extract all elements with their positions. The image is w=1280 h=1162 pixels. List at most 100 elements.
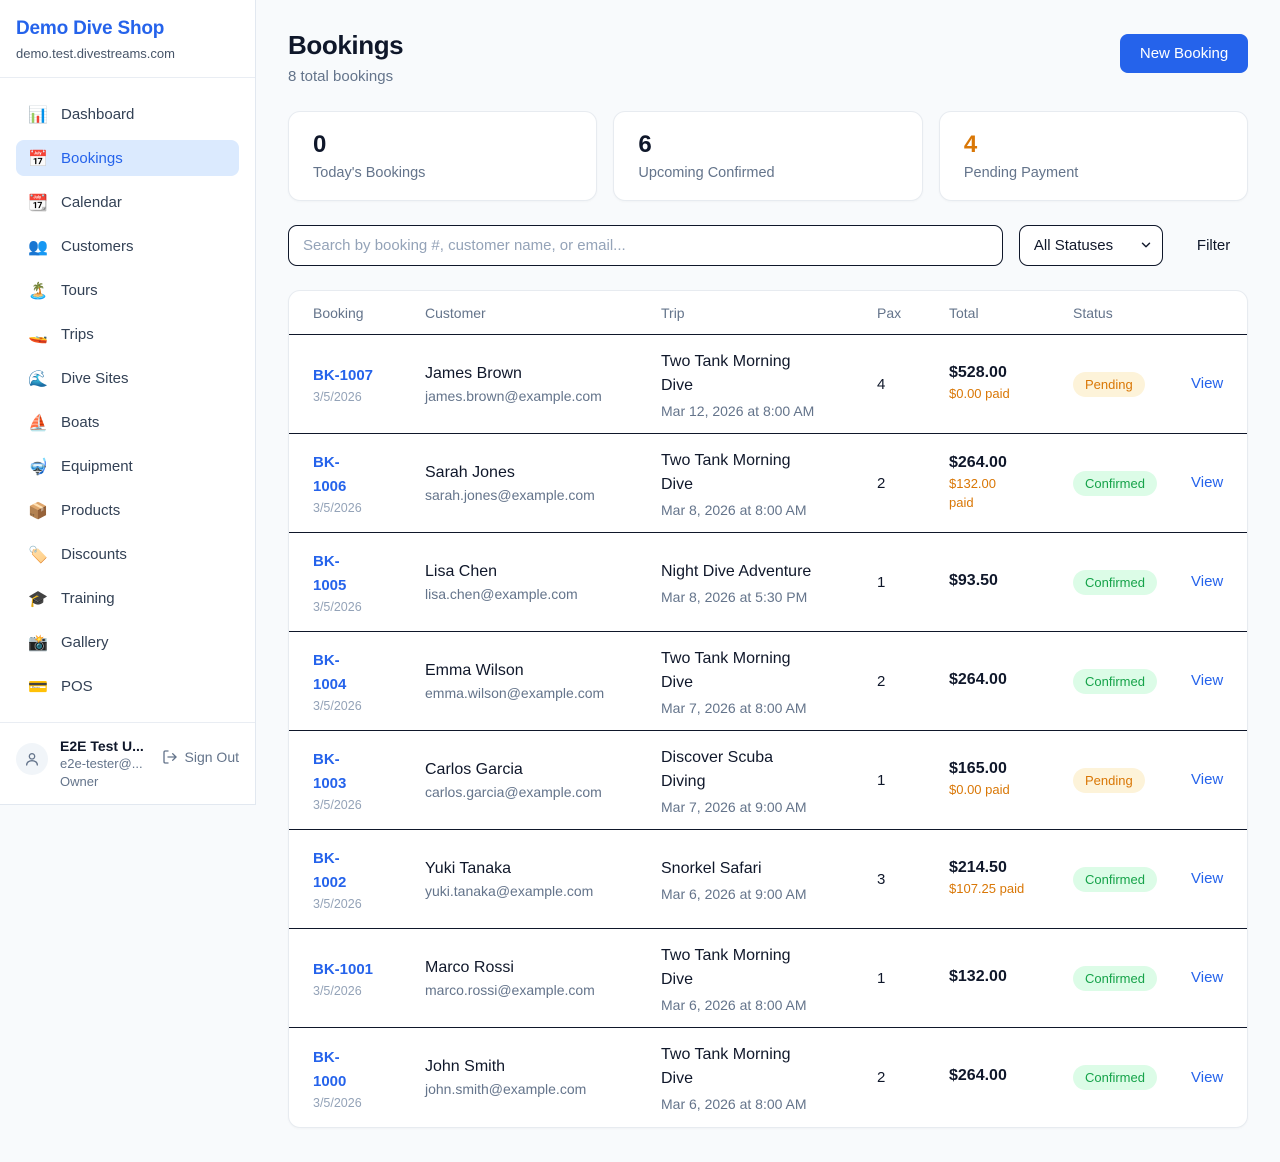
person-icon xyxy=(24,751,40,767)
table-row: BK- 1002 3/5/2026 Yuki Tanaka yuki.tanak… xyxy=(289,830,1247,929)
bookings-table: BookingCustomerTripPaxTotalStatus BK-100… xyxy=(288,290,1248,1128)
total-amount: $528.00 xyxy=(949,364,1073,382)
trip-datetime: Mar 6, 2026 at 8:00 AM xyxy=(661,1096,877,1112)
column-header-total: Total xyxy=(949,305,1073,321)
view-link[interactable]: View xyxy=(1191,375,1223,392)
package-icon: 📦 xyxy=(28,501,48,520)
sidebar-item-calendar[interactable]: 📆 Calendar xyxy=(16,184,239,220)
column-header-trip: Trip xyxy=(661,305,877,321)
booking-id-link[interactable]: BK- 1003 xyxy=(313,748,425,796)
search-input[interactable] xyxy=(288,225,1003,266)
sailboat-icon: ⛵ xyxy=(28,413,48,432)
booking-id-link[interactable]: BK- 1000 xyxy=(313,1046,425,1094)
filter-button[interactable]: Filter xyxy=(1179,227,1248,264)
brand-name[interactable]: Demo Dive Shop xyxy=(16,18,239,40)
paid-amount: $107.25 paid xyxy=(949,880,1073,899)
view-link[interactable]: View xyxy=(1191,573,1223,590)
stat-value: 4 xyxy=(964,131,1223,159)
page-title: Bookings xyxy=(288,30,403,61)
view-link[interactable]: View xyxy=(1191,474,1223,491)
booking-date: 3/5/2026 xyxy=(313,699,425,713)
customer-email: john.smith@example.com xyxy=(425,1081,661,1097)
booking-date: 3/5/2026 xyxy=(313,984,425,998)
people-icon: 👥 xyxy=(28,237,48,256)
sidebar-item-gallery[interactable]: 📸 Gallery xyxy=(16,624,239,660)
booking-id-link[interactable]: BK- 1002 xyxy=(313,847,425,895)
booking-id-link[interactable]: BK- 1006 xyxy=(313,451,425,499)
table-row: BK- 1006 3/5/2026 Sarah Jones sarah.jone… xyxy=(289,434,1247,533)
sidebar-item-bookings[interactable]: 📅 Bookings xyxy=(16,140,239,176)
customer-email: james.brown@example.com xyxy=(425,388,661,404)
booking-id-link[interactable]: BK-1001 xyxy=(313,958,425,982)
page-subtitle: 8 total bookings xyxy=(288,68,403,85)
sidebar-item-trips[interactable]: 🚤 Trips xyxy=(16,316,239,352)
sign-out-label: Sign Out xyxy=(185,749,239,765)
sidebar-nav: 📊 Dashboard 📅 Bookings 📆 Calendar 👥 Cust… xyxy=(0,78,255,722)
trip-name: Discover Scuba Diving xyxy=(661,746,877,794)
status-badge: Confirmed xyxy=(1073,471,1157,496)
sidebar-item-dive-sites[interactable]: 🌊 Dive Sites xyxy=(16,360,239,396)
trip-name: Two Tank Morning Dive xyxy=(661,350,877,398)
sidebar-item-discounts[interactable]: 🏷️ Discounts xyxy=(16,536,239,572)
speedboat-icon: 🚤 xyxy=(28,325,48,344)
booking-date: 3/5/2026 xyxy=(313,1096,425,1110)
total-amount: $165.00 xyxy=(949,760,1073,778)
column-header-booking: Booking xyxy=(313,305,425,321)
sidebar-item-products[interactable]: 📦 Products xyxy=(16,492,239,528)
trip-datetime: Mar 6, 2026 at 9:00 AM xyxy=(661,886,877,902)
table-row: BK- 1000 3/5/2026 John Smith john.smith@… xyxy=(289,1028,1247,1127)
stat-label: Pending Payment xyxy=(964,165,1223,181)
sidebar-item-dashboard[interactable]: 📊 Dashboard xyxy=(16,96,239,132)
sidebar-item-tours[interactable]: 🏝️ Tours xyxy=(16,272,239,308)
booking-id-link[interactable]: BK- 1005 xyxy=(313,550,425,598)
sidebar-item-equipment[interactable]: 🤿 Equipment xyxy=(16,448,239,484)
user-name: E2E Test U... xyxy=(60,737,150,755)
total-amount: $93.50 xyxy=(949,572,1073,590)
sidebar-item-pos[interactable]: 💳 POS xyxy=(16,668,239,704)
customer-email: yuki.tanaka@example.com xyxy=(425,883,661,899)
booking-date: 3/5/2026 xyxy=(313,897,425,911)
booking-date: 3/5/2026 xyxy=(313,600,425,614)
pax-count: 4 xyxy=(877,376,949,393)
trip-name: Snorkel Safari xyxy=(661,857,877,881)
stats-row: 0 Today's Bookings 6 Upcoming Confirmed … xyxy=(288,111,1248,201)
customer-name: Sarah Jones xyxy=(425,464,661,482)
column-header-customer: Customer xyxy=(425,305,661,321)
pax-count: 1 xyxy=(877,970,949,987)
status-filter-select[interactable]: All Statuses xyxy=(1019,225,1163,266)
tear-off-calendar-icon: 📆 xyxy=(28,193,48,212)
table-body: BK-1007 3/5/2026 James Brown james.brown… xyxy=(289,335,1247,1127)
view-link[interactable]: View xyxy=(1191,1069,1223,1086)
total-amount: $264.00 xyxy=(949,671,1073,689)
app-root: Demo Dive Shop demo.test.divestreams.com… xyxy=(0,0,1280,1162)
view-link[interactable]: View xyxy=(1191,870,1223,887)
view-link[interactable]: View xyxy=(1191,672,1223,689)
booking-id-link[interactable]: BK- 1004 xyxy=(313,649,425,697)
status-badge: Pending xyxy=(1073,372,1145,397)
trip-datetime: Mar 7, 2026 at 8:00 AM xyxy=(661,700,877,716)
stat-card-pending-payment: 4 Pending Payment xyxy=(939,111,1248,201)
table-row: BK- 1004 3/5/2026 Emma Wilson emma.wilso… xyxy=(289,632,1247,731)
trip-datetime: Mar 6, 2026 at 8:00 AM xyxy=(661,997,877,1013)
customer-email: carlos.garcia@example.com xyxy=(425,784,661,800)
sign-out-button[interactable]: Sign Out xyxy=(162,749,239,765)
status-badge: Confirmed xyxy=(1073,570,1157,595)
new-booking-button[interactable]: New Booking xyxy=(1120,34,1248,73)
brand: Demo Dive Shop demo.test.divestreams.com xyxy=(0,0,255,78)
wave-icon: 🌊 xyxy=(28,369,48,388)
pax-count: 2 xyxy=(877,1069,949,1086)
customer-email: marco.rossi@example.com xyxy=(425,982,661,998)
sidebar-item-boats[interactable]: ⛵ Boats xyxy=(16,404,239,440)
filter-row: All Statuses Filter xyxy=(288,225,1248,266)
view-link[interactable]: View xyxy=(1191,969,1223,986)
view-link[interactable]: View xyxy=(1191,771,1223,788)
paid-amount: $0.00 paid xyxy=(949,781,1073,800)
sidebar-item-training[interactable]: 🎓 Training xyxy=(16,580,239,616)
bar-chart-icon: 📊 xyxy=(28,105,48,124)
booking-id-link[interactable]: BK-1007 xyxy=(313,364,425,388)
diving-mask-icon: 🤿 xyxy=(28,457,48,476)
sidebar-item-customers[interactable]: 👥 Customers xyxy=(16,228,239,264)
status-badge: Pending xyxy=(1073,768,1145,793)
brand-domain: demo.test.divestreams.com xyxy=(16,46,239,61)
booking-date: 3/5/2026 xyxy=(313,798,425,812)
